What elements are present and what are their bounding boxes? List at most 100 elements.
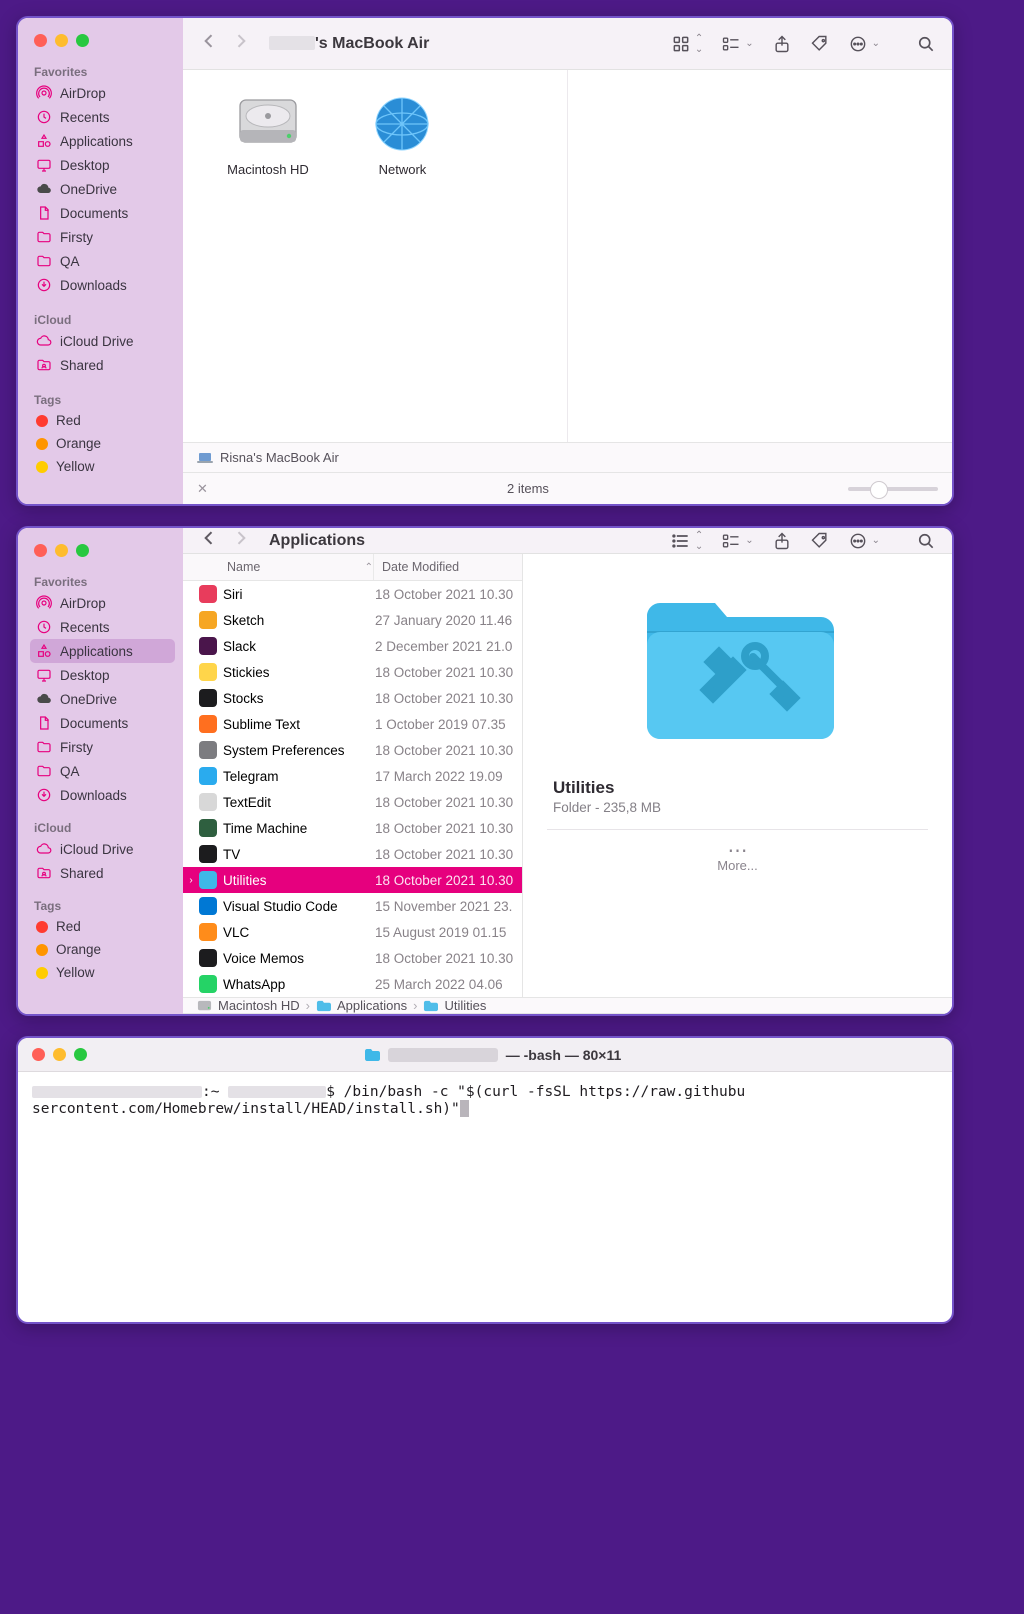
sidebar-item-airdrop[interactable]: AirDrop [30, 591, 175, 615]
preview-title: Utilities [547, 778, 614, 798]
sidebar-tag-yellow[interactable]: Yellow [30, 455, 175, 478]
terminal-window: — -bash — 80×11 :~ $ /bin/bash -c "$(cur… [16, 1036, 954, 1324]
column-name[interactable]: Name⌃ [183, 554, 373, 580]
list-item-sketch[interactable]: Sketch 27 January 2020 11.46 [183, 607, 522, 633]
airdrop-icon [36, 85, 52, 101]
close-window-button[interactable] [32, 1048, 45, 1061]
sidebar-item-qa[interactable]: QA [30, 249, 175, 273]
app-icon [199, 819, 217, 837]
column-date-modified[interactable]: Date Modified [373, 554, 522, 580]
sidebar-item-label: Firsty [60, 740, 93, 755]
terminal-body[interactable]: :~ $ /bin/bash -c "$(curl -fsSL https://… [18, 1072, 952, 1322]
forward-button[interactable] [231, 31, 251, 56]
list-item-sublime-text[interactable]: Sublime Text 1 October 2019 07.35 [183, 711, 522, 737]
list-item-voice-memos[interactable]: Voice Memos 18 October 2021 10.30 [183, 945, 522, 971]
tag-dot-icon [36, 944, 48, 956]
list-item-system-preferences[interactable]: System Preferences 18 October 2021 10.30 [183, 737, 522, 763]
back-button[interactable] [199, 528, 219, 553]
sidebar-item-firsty[interactable]: Firsty [30, 225, 175, 249]
item-name: Sublime Text [223, 717, 371, 732]
zoom-window-button[interactable] [76, 544, 89, 557]
volume-macintosh-hd[interactable]: Macintosh HD [203, 94, 333, 177]
list-item-telegram[interactable]: Telegram 17 March 2022 19.09 [183, 763, 522, 789]
sidebar-item-applications[interactable]: Applications [30, 639, 175, 663]
close-pathbar-button[interactable]: ✕ [197, 481, 208, 497]
path-crumb[interactable]: Applications [337, 998, 407, 1013]
sidebar-item-downloads[interactable]: Downloads [30, 783, 175, 807]
minimize-window-button[interactable] [55, 544, 68, 557]
tags-button[interactable] [810, 34, 830, 54]
path-crumb[interactable]: Utilities [444, 998, 486, 1013]
sidebar-item-downloads[interactable]: Downloads [30, 273, 175, 297]
sidebar-item-shared[interactable]: Shared [30, 353, 175, 377]
path-crumb[interactable]: Macintosh HD [218, 998, 300, 1013]
preview-more[interactable]: ⋯ More... [547, 829, 928, 873]
zoom-window-button[interactable] [76, 34, 89, 47]
group-button[interactable]: ⌄ [721, 531, 753, 551]
folder-icon [364, 1048, 380, 1062]
share-button[interactable] [772, 531, 792, 551]
search-button[interactable] [916, 34, 936, 54]
sidebar-item-applications[interactable]: Applications [30, 129, 175, 153]
list-item-tv[interactable]: TV 18 October 2021 10.30 [183, 841, 522, 867]
list-item-utilities[interactable]: › Utilities 18 October 2021 10.30 [183, 867, 522, 893]
tags-button[interactable] [810, 531, 830, 551]
sidebar-item-recents[interactable]: Recents [30, 105, 175, 129]
icon-view[interactable]: Macintosh HD Network [183, 70, 952, 442]
sidebar-item-desktop[interactable]: Desktop [30, 663, 175, 687]
sidebar-item-recents[interactable]: Recents [30, 615, 175, 639]
sidebar-item-shared[interactable]: Shared [30, 861, 175, 885]
sidebar-tag-orange[interactable]: Orange [30, 432, 175, 455]
window-title: Applications [269, 532, 365, 550]
minimize-window-button[interactable] [55, 34, 68, 47]
item-date: 18 October 2021 10.30 [371, 821, 522, 836]
sidebar-item-icloud-drive[interactable]: iCloud Drive [30, 837, 175, 861]
list-item-slack[interactable]: Slack 2 December 2021 21.0 [183, 633, 522, 659]
list-item-time-machine[interactable]: Time Machine 18 October 2021 10.30 [183, 815, 522, 841]
forward-button[interactable] [231, 528, 251, 553]
actions-button[interactable]: ⌄ [848, 34, 880, 54]
list-item-stickies[interactable]: Stickies 18 October 2021 10.30 [183, 659, 522, 685]
list-item-siri[interactable]: Siri 18 October 2021 10.30 [183, 581, 522, 607]
list-view-button[interactable]: ⌃⌄ [671, 530, 703, 552]
actions-button[interactable]: ⌄ [848, 531, 880, 551]
path-bar[interactable]: Risna's MacBook Air [183, 442, 952, 472]
path-crumb: Risna's MacBook Air [220, 450, 339, 465]
list-item-visual-studio-code[interactable]: Visual Studio Code 15 November 2021 23. [183, 893, 522, 919]
back-button[interactable] [199, 31, 219, 56]
sidebar-item-qa[interactable]: QA [30, 759, 175, 783]
zoom-window-button[interactable] [74, 1048, 87, 1061]
close-window-button[interactable] [34, 544, 47, 557]
list-item-stocks[interactable]: Stocks 18 October 2021 10.30 [183, 685, 522, 711]
sidebar-item-label: Applications [60, 134, 133, 149]
sidebar-item-icloud-drive[interactable]: iCloud Drive [30, 329, 175, 353]
sidebar-tag-orange[interactable]: Orange [30, 938, 175, 961]
icon-view-button[interactable]: ⌃⌄ [671, 33, 703, 55]
sidebar-item-onedrive[interactable]: OneDrive [30, 177, 175, 201]
close-window-button[interactable] [34, 34, 47, 47]
folder-icon [36, 739, 52, 755]
list-item-textedit[interactable]: TextEdit 18 October 2021 10.30 [183, 789, 522, 815]
sidebar-item-label: iCloud Drive [60, 842, 134, 857]
sidebar-item-airdrop[interactable]: AirDrop [30, 81, 175, 105]
sidebar-item-onedrive[interactable]: OneDrive [30, 687, 175, 711]
sidebar-tag-red[interactable]: Red [30, 409, 175, 432]
group-button[interactable]: ⌄ [721, 34, 753, 54]
path-bar[interactable]: Macintosh HD › Applications › Utilities [183, 997, 952, 1013]
sidebar-tag-red[interactable]: Red [30, 915, 175, 938]
search-button[interactable] [916, 531, 936, 551]
sidebar-item-firsty[interactable]: Firsty [30, 735, 175, 759]
sidebar-tag-yellow[interactable]: Yellow [30, 961, 175, 984]
icon-size-slider[interactable] [848, 487, 938, 491]
sidebar-item-documents[interactable]: Documents [30, 201, 175, 225]
list-item-vlc[interactable]: VLC 15 August 2019 01.15 [183, 919, 522, 945]
item-date: 18 October 2021 10.30 [371, 795, 522, 810]
sidebar-item-documents[interactable]: Documents [30, 711, 175, 735]
app-icon [199, 897, 217, 915]
share-button[interactable] [772, 34, 792, 54]
minimize-window-button[interactable] [53, 1048, 66, 1061]
sidebar-item-desktop[interactable]: Desktop [30, 153, 175, 177]
location-network[interactable]: Network [337, 94, 467, 177]
list-item-whatsapp[interactable]: WhatsApp 25 March 2022 04.06 [183, 971, 522, 997]
obscured-user [228, 1086, 326, 1098]
